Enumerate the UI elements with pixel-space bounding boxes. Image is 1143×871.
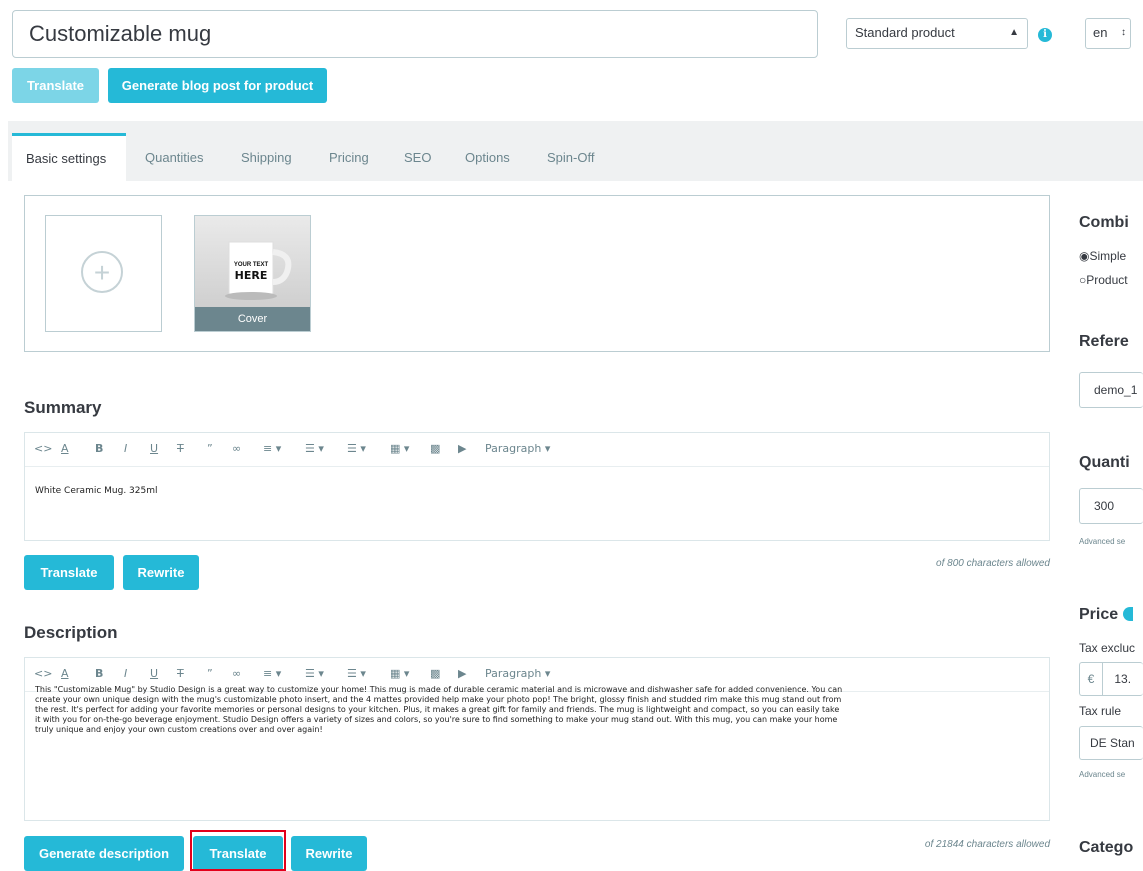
bold-icon[interactable]: B — [95, 667, 103, 680]
simple-product-radio[interactable]: ◉Simple — [1079, 249, 1126, 263]
summary-rewrite-button[interactable]: Rewrite — [123, 555, 199, 590]
plus-icon: + — [81, 251, 123, 293]
description-char-counter: of 21844 characters allowed — [924, 839, 1050, 850]
image-icon[interactable]: ▩ — [430, 667, 440, 680]
tax-rule-label: Tax rule — [1079, 704, 1122, 718]
image-icon[interactable]: ▩ — [430, 442, 440, 455]
text-color-icon[interactable]: A — [61, 667, 69, 680]
generate-description-button[interactable]: Generate description — [24, 836, 184, 871]
reference-input[interactable]: demo_1 — [1079, 372, 1143, 408]
mug-text-small: YOUR TEXT — [233, 262, 269, 268]
select-arrows-icon: ▲ — [1009, 27, 1019, 38]
description-text: This "Customizable Mug" by Studio Design… — [35, 685, 1040, 735]
numbered-list-icon[interactable]: ☰ ▾ — [347, 667, 366, 680]
translate-name-button[interactable]: Translate — [12, 68, 99, 103]
language-value: en — [1093, 25, 1108, 40]
text-color-icon[interactable]: A — [61, 442, 69, 455]
bullet-list-icon[interactable]: ☰ ▾ — [305, 442, 324, 455]
category-title: Catego — [1079, 839, 1134, 856]
tab-options[interactable]: Options — [465, 150, 510, 165]
summary-title: Summary — [24, 398, 102, 417]
table-icon[interactable]: ▦ ▾ — [390, 442, 409, 455]
blockquote-icon[interactable]: ” — [207, 442, 213, 455]
underline-icon[interactable]: U — [150, 667, 158, 680]
align-icon[interactable]: ≡ ▾ — [263, 442, 281, 455]
tab-spin-off[interactable]: Spin-Off — [547, 150, 594, 165]
product-combinations-radio[interactable]: ○Product — [1079, 273, 1128, 287]
highlight-box — [190, 830, 286, 871]
tab-pricing[interactable]: Pricing — [329, 150, 369, 165]
select-arrows-icon: ↕ — [1121, 27, 1126, 38]
info-icon[interactable]: i — [1038, 28, 1052, 42]
radio-checked-icon: ◉ — [1079, 249, 1090, 263]
combinations-title: Combi — [1079, 214, 1129, 231]
code-icon[interactable]: <> — [34, 667, 52, 680]
summary-translate-button[interactable]: Translate — [24, 555, 114, 590]
media-icon[interactable]: ▶ — [458, 667, 466, 680]
description-line: This "Customizable Mug" by Studio Design… — [35, 685, 843, 694]
price-info-icon[interactable] — [1122, 607, 1133, 621]
tab-seo[interactable]: SEO — [404, 150, 431, 165]
product-type-value: Standard product — [855, 25, 955, 40]
tax-excluded-label: Tax excluc — [1079, 641, 1136, 655]
images-panel — [24, 195, 1050, 352]
add-image-dropzone[interactable]: + — [45, 215, 162, 332]
strikethrough-icon[interactable]: T — [177, 667, 184, 680]
summary-editor[interactable]: <> A B I U T ” ∞ ≡ ▾ ☰ ▾ ☰ ▾ ▦ ▾ ▩ ▶ Par… — [24, 432, 1050, 541]
reference-title: Refere — [1079, 333, 1129, 350]
advanced-settings-link[interactable]: Advanced se — [1079, 537, 1125, 546]
description-line: create your own unique design with the m… — [35, 695, 842, 704]
italic-icon[interactable]: I — [124, 442, 127, 455]
tab-quantities[interactable]: Quantities — [145, 150, 204, 165]
summary-text: White Ceramic Mug. 325ml — [35, 486, 158, 496]
product-type-select[interactable]: Standard product ▲ — [846, 18, 1028, 49]
description-line: it with you for on-the-go beverage enjoy… — [35, 715, 838, 724]
price-input[interactable]: € 13. — [1079, 662, 1143, 696]
currency-symbol: € — [1080, 663, 1103, 695]
media-icon[interactable]: ▶ — [458, 442, 466, 455]
tab-shipping[interactable]: Shipping — [241, 150, 292, 165]
numbered-list-icon[interactable]: ☰ ▾ — [347, 442, 366, 455]
align-icon[interactable]: ≡ ▾ — [263, 667, 281, 680]
blockquote-icon[interactable]: ” — [207, 667, 213, 680]
price-title: Price — [1079, 606, 1133, 624]
strikethrough-icon[interactable]: T — [177, 442, 184, 455]
tax-rule-select[interactable]: DE Stan — [1079, 726, 1143, 760]
summary-char-counter: of 800 characters allowed — [936, 558, 1050, 569]
tab-basic-settings[interactable]: Basic settings — [12, 133, 126, 181]
quantity-title: Quanti — [1079, 454, 1130, 471]
quantity-input[interactable]: 300 — [1079, 488, 1143, 524]
underline-icon[interactable]: U — [150, 442, 158, 455]
product-name-input[interactable]: Customizable mug — [12, 10, 818, 58]
description-editor[interactable]: <> A B I U T ” ∞ ≡ ▾ ☰ ▾ ☰ ▾ ▦ ▾ ▩ ▶ Par… — [24, 657, 1050, 821]
description-rewrite-button[interactable]: Rewrite — [291, 836, 367, 871]
product-image-thumbnail[interactable]: YOUR TEXT HERE Cover — [194, 215, 311, 332]
language-select[interactable]: en ↕ — [1085, 18, 1131, 49]
italic-icon[interactable]: I — [124, 667, 127, 680]
paragraph-format-dropdown[interactable]: Paragraph ▾ — [485, 667, 550, 680]
description-line: truly unique and enjoy your own custom c… — [35, 725, 323, 734]
table-icon[interactable]: ▦ ▾ — [390, 667, 409, 680]
description-line: the rest. It's perfect for adding your f… — [35, 705, 840, 714]
description-title: Description — [24, 623, 118, 642]
link-icon[interactable]: ∞ — [232, 442, 241, 455]
link-icon[interactable]: ∞ — [232, 667, 241, 680]
tab-bar: Basic settings Quantities Shipping Prici… — [8, 121, 1143, 181]
code-icon[interactable]: <> — [34, 442, 52, 455]
advanced-settings-link[interactable]: Advanced se — [1079, 770, 1125, 779]
summary-editor-toolbar: <> A B I U T ” ∞ ≡ ▾ ☰ ▾ ☰ ▾ ▦ ▾ ▩ ▶ Par… — [25, 433, 1049, 467]
bullet-list-icon[interactable]: ☰ ▾ — [305, 667, 324, 680]
generate-blog-post-button[interactable]: Generate blog post for product — [108, 68, 327, 103]
mug-text-large: HERE — [234, 269, 268, 282]
cover-label: Cover — [195, 307, 310, 331]
bold-icon[interactable]: B — [95, 442, 103, 455]
paragraph-format-dropdown[interactable]: Paragraph ▾ — [485, 442, 550, 455]
price-value: 13. — [1114, 672, 1132, 686]
